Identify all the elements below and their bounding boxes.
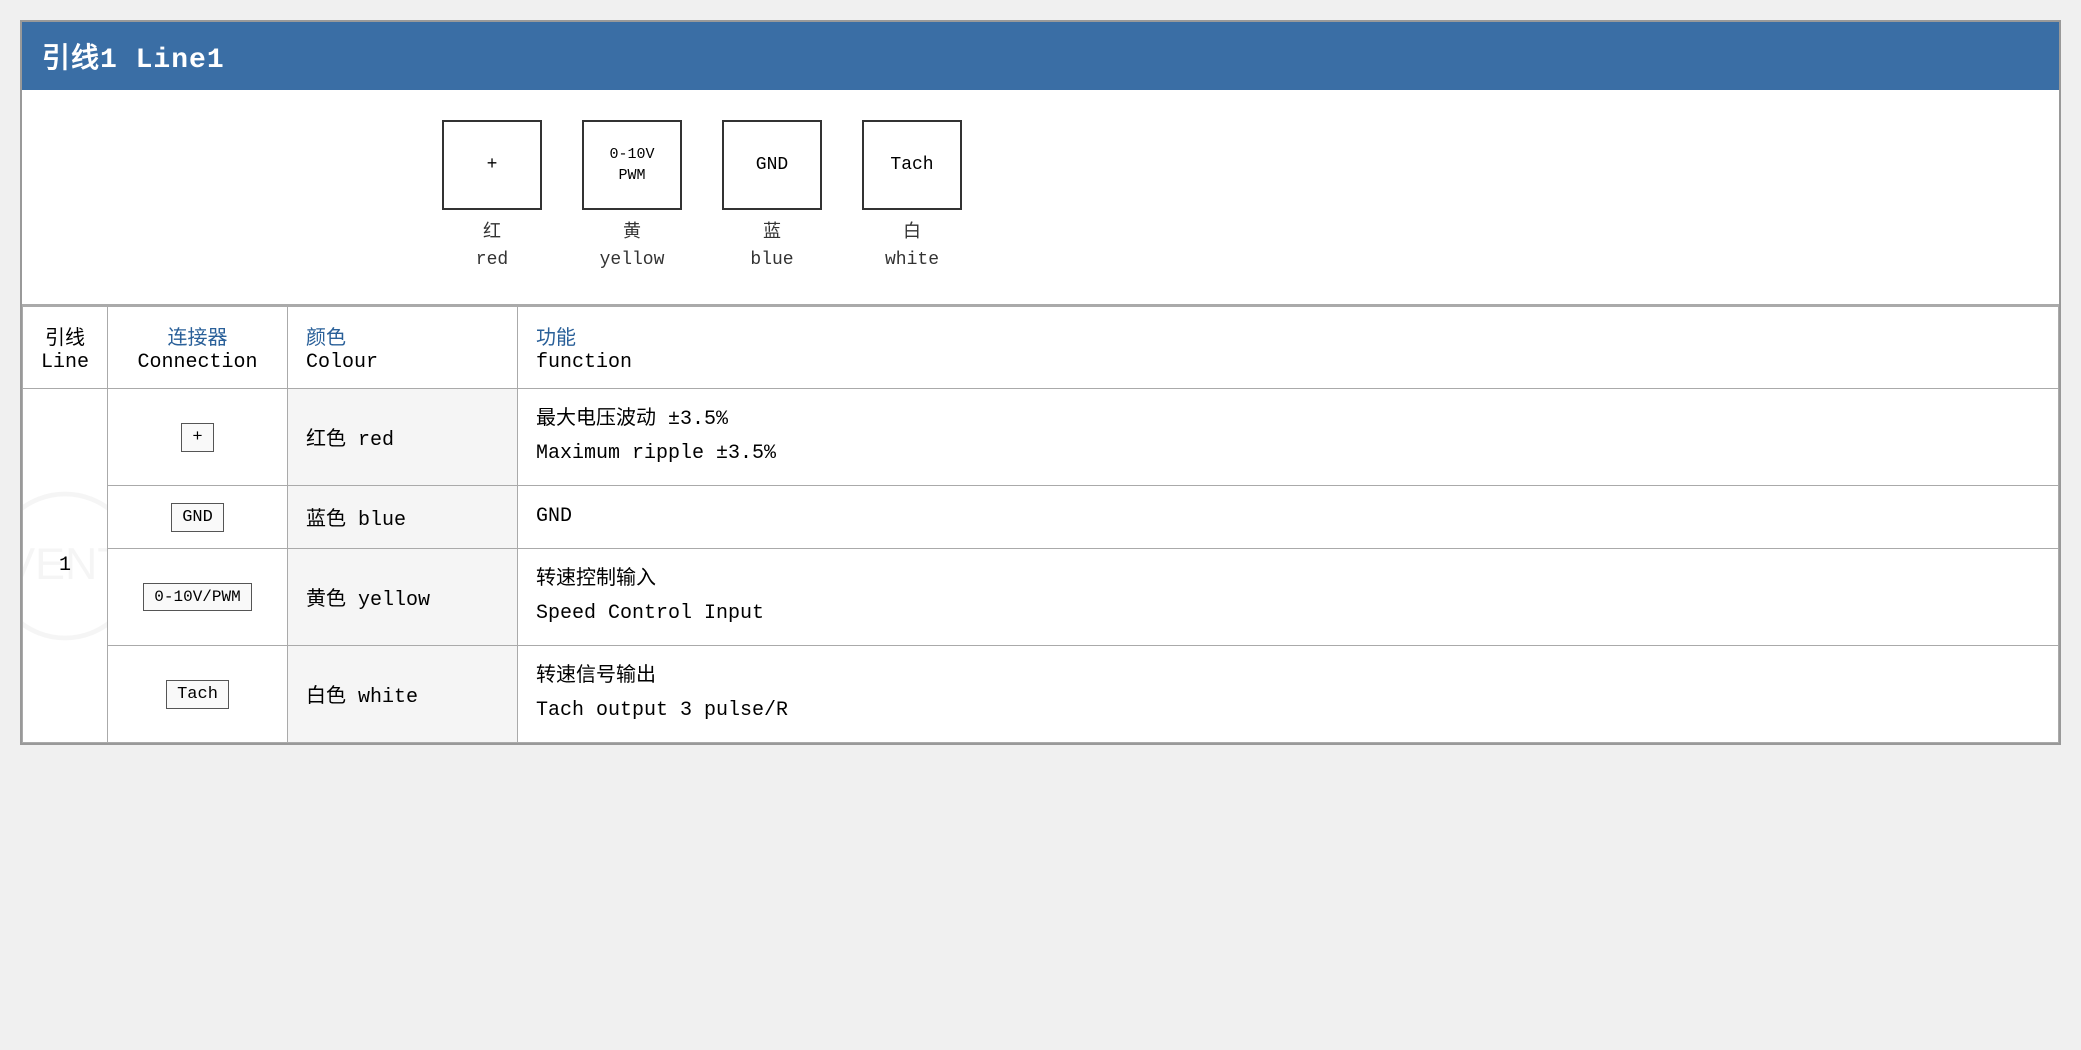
- colour-yellow: 黄色 yellow: [288, 549, 518, 646]
- function-en-pwm: Speed Control Input: [536, 597, 2040, 631]
- connection-value-plus: +: [192, 428, 202, 447]
- table-row-4: Tach 白色 white 转速信号输出 Tach output 3 pulse…: [23, 646, 2059, 743]
- table-header-row: 引线 Line 连接器 Connection 颜色 Colour 功能 func…: [23, 307, 2059, 389]
- header-connection: 连接器 Connection: [108, 307, 288, 389]
- function-zh-gnd: GND: [536, 500, 2040, 534]
- connector-gnd: GND 蓝 blue: [722, 120, 822, 274]
- header-function-en: function: [536, 351, 2040, 374]
- table-row-3: 0-10V/PWM 黄色 yellow 转速控制输入 Speed Control…: [23, 549, 2059, 646]
- function-text-pwm: 转速控制输入 Speed Control Input: [536, 563, 2040, 631]
- function-text-gnd: GND: [536, 500, 2040, 534]
- label-en-blue: blue: [750, 247, 793, 274]
- watermark-icon: VENT: [23, 486, 108, 646]
- label-zh-white: 白: [885, 220, 939, 247]
- colour-blue: 蓝色 blue: [288, 486, 518, 549]
- function-en-tach: Tach output 3 pulse/R: [536, 694, 2040, 728]
- colour-value-red: 红色 red: [306, 429, 394, 452]
- connection-box-gnd: GND: [171, 503, 224, 532]
- function-zh-plus: 最大电压波动 ±3.5%: [536, 403, 2040, 437]
- header-colour: 颜色 Colour: [288, 307, 518, 389]
- connector-box-tach: Tach: [862, 120, 962, 210]
- colour-white: 白色 white: [288, 646, 518, 743]
- function-pwm: 转速控制输入 Speed Control Input: [518, 549, 2059, 646]
- label-zh-blue: 蓝: [750, 220, 793, 247]
- header-colour-en: Colour: [306, 351, 499, 374]
- header-line-zh: 引线: [41, 321, 89, 351]
- table-row-1: 1 VENT + 红色 red 最大电压波: [23, 389, 2059, 486]
- colour-value-white: 白色 white: [306, 686, 418, 709]
- function-text-plus: 最大电压波动 ±3.5% Maximum ripple ±3.5%: [536, 403, 2040, 471]
- header-colour-zh: 颜色: [306, 321, 499, 351]
- connection-gnd: GND: [108, 486, 288, 549]
- colour-red: 红色 red: [288, 389, 518, 486]
- connection-value-gnd: GND: [182, 508, 213, 527]
- function-text-tach: 转速信号输出 Tach output 3 pulse/R: [536, 660, 2040, 728]
- diagram-row: + 红 red 0-10VPWM 黄 yellow GND: [22, 90, 2059, 306]
- connection-box-plus: +: [181, 423, 213, 452]
- label-en-white: white: [885, 247, 939, 274]
- connector-tach: Tach 白 white: [862, 120, 962, 274]
- function-en-plus: Maximum ripple ±3.5%: [536, 437, 2040, 471]
- function-gnd: GND: [518, 486, 2059, 549]
- connector-label-plus: 红 red: [476, 220, 508, 274]
- header-function: 功能 function: [518, 307, 2059, 389]
- connector-plus: + 红 red: [442, 120, 542, 274]
- header-line-en: Line: [41, 351, 89, 374]
- label-en-red: red: [476, 247, 508, 274]
- line-number-1: 1 VENT: [23, 389, 108, 743]
- main-container: 引线1 Line1 + 红 red 0-10VPWM 黄 yello: [20, 20, 2061, 745]
- function-plus: 最大电压波动 ±3.5% Maximum ripple ±3.5%: [518, 389, 2059, 486]
- connector-pwm: 0-10VPWM 黄 yellow: [582, 120, 682, 274]
- connection-value-pwm: 0-10V/PWM: [154, 588, 240, 606]
- table-row-2: GND 蓝色 blue GND: [23, 486, 2059, 549]
- function-zh-pwm: 转速控制输入: [536, 563, 2040, 597]
- connector-group: + 红 red 0-10VPWM 黄 yellow GND: [442, 120, 962, 274]
- connection-box-tach: Tach: [166, 680, 229, 709]
- connector-box-pwm: 0-10VPWM: [582, 120, 682, 210]
- section-title: 引线1 Line1: [22, 22, 2059, 90]
- connector-symbol-tach: Tach: [890, 155, 933, 175]
- colour-value-yellow: 黄色 yellow: [306, 589, 430, 612]
- connection-value-tach: Tach: [177, 685, 218, 704]
- header-connection-zh: 连接器: [126, 321, 269, 351]
- connection-plus: +: [108, 389, 288, 486]
- connector-label-tach: 白 white: [885, 220, 939, 274]
- label-zh-yellow: 黄: [600, 220, 665, 247]
- header-connection-en: Connection: [126, 351, 269, 374]
- connector-symbol-pwm: 0-10VPWM: [609, 144, 654, 186]
- label-en-yellow: yellow: [600, 247, 665, 274]
- label-zh-red: 红: [476, 220, 508, 247]
- connector-box-gnd: GND: [722, 120, 822, 210]
- connection-tach: Tach: [108, 646, 288, 743]
- header-function-zh: 功能: [536, 321, 2040, 351]
- data-table: 引线 Line 连接器 Connection 颜色 Colour 功能 func…: [22, 306, 2059, 743]
- function-tach: 转速信号输出 Tach output 3 pulse/R: [518, 646, 2059, 743]
- connector-label-gnd: 蓝 blue: [750, 220, 793, 274]
- function-zh-tach: 转速信号输出: [536, 660, 2040, 694]
- connector-symbol-gnd: GND: [756, 155, 788, 175]
- connector-symbol-plus: +: [487, 155, 498, 175]
- title-text: 引线1 Line1: [42, 45, 225, 76]
- header-line: 引线 Line: [23, 307, 108, 389]
- svg-text:VENT: VENT: [23, 538, 108, 588]
- connector-label-pwm: 黄 yellow: [600, 220, 665, 274]
- colour-value-blue: 蓝色 blue: [306, 509, 406, 532]
- connection-box-pwm: 0-10V/PWM: [143, 583, 251, 611]
- connection-pwm: 0-10V/PWM: [108, 549, 288, 646]
- connector-box-plus: +: [442, 120, 542, 210]
